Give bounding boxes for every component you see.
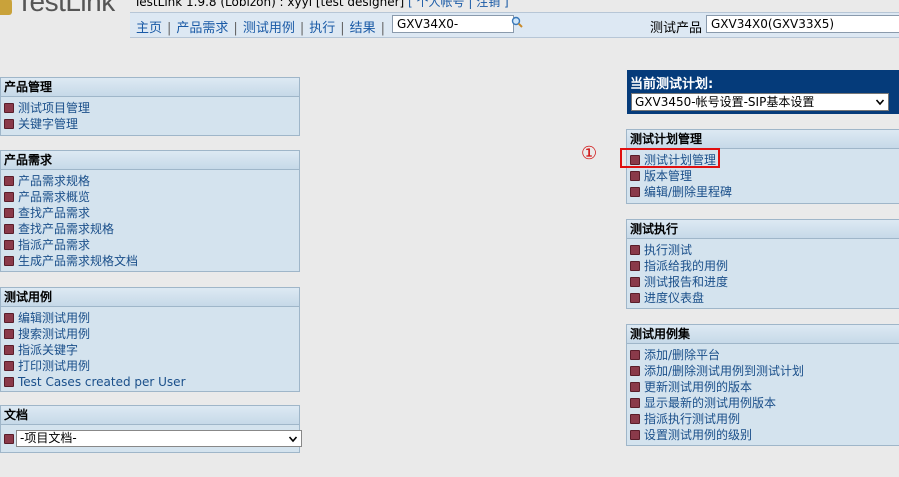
list-item[interactable]: 指派执行测试用例 (630, 411, 899, 427)
panel-title: 文档 (1, 406, 299, 425)
bullet-icon (630, 187, 640, 197)
panel-requirements: 产品需求 产品需求规格 产品需求概览 查找产品需求 查找产品需求规格 指派产品需… (0, 150, 300, 272)
bullet-icon (4, 361, 14, 371)
list-item[interactable]: 搜索测试用例 (4, 326, 299, 342)
main-nav: 主页 | 产品需求 | 测试用例 | 执行 | 结果 | GXV34X0- 测试产品 GXV34X… (130, 12, 899, 38)
nav-execute[interactable]: 执行 (309, 21, 335, 36)
bullet-icon (630, 277, 640, 287)
nav-requirements[interactable]: 产品需求 (176, 21, 228, 36)
panel-title: 测试执行 (627, 220, 899, 239)
list-item[interactable]: 设置测试用例的级别 (630, 427, 899, 443)
test-plan-select[interactable]: GXV3450-帐号设置-SIP基本设置 (631, 93, 889, 111)
bullet-icon (630, 430, 640, 440)
list-item[interactable]: 查找产品需求规格 (4, 221, 299, 237)
bullet-icon (4, 313, 14, 323)
panel-title: 测试计划管理 (627, 130, 899, 149)
logo-mark-icon (0, 0, 12, 15)
panel-product-management: 产品管理 测试项目管理 关键字管理 (0, 77, 300, 136)
bullet-icon (4, 176, 14, 186)
panel-title: 测试用例集 (627, 325, 899, 344)
list-item[interactable]: 打印测试用例 (4, 358, 299, 374)
bullet-icon (630, 382, 640, 392)
user-info: TestLink 1.9.8 (Lobizon) : xyyl [test de… (134, 0, 509, 10)
list-item[interactable]: 添加/删除测试用例到测试计划 (630, 363, 899, 379)
account-links[interactable]: [ 个人帐号 | 注销 ] (408, 0, 509, 9)
list-item[interactable]: 指派产品需求 (4, 237, 299, 253)
bullet-icon (630, 350, 640, 360)
highlight-box (620, 148, 720, 168)
bullet-icon (4, 192, 14, 202)
bullet-icon (4, 240, 14, 250)
annotation-marker: ① (581, 143, 598, 164)
list-item[interactable]: 编辑/删除里程碑 (630, 184, 899, 200)
panel-title: 产品需求 (1, 151, 299, 170)
bullet-icon (4, 434, 14, 444)
list-item[interactable]: 更新测试用例的版本 (630, 379, 899, 395)
list-item[interactable]: Test Cases created per User (4, 374, 299, 390)
list-item[interactable]: 添加/删除平台 (630, 347, 899, 363)
bullet-icon (630, 245, 640, 255)
list-item[interactable]: 指派关键字 (4, 342, 299, 358)
top-header: TestLink TestLink 1.9.8 (Lobizon) : xyyl… (0, 0, 899, 40)
list-item[interactable]: 产品需求概览 (4, 189, 299, 205)
testcase-search-input[interactable]: GXV34X0- (392, 15, 514, 33)
list-item[interactable]: 指派给我的用例 (630, 258, 899, 274)
bullet-icon (630, 293, 640, 303)
product-select[interactable]: GXV34X0(GXV33X5) (706, 15, 899, 33)
bullet-icon (630, 261, 640, 271)
nav-testcases[interactable]: 测试用例 (243, 21, 295, 36)
list-item[interactable]: 执行测试 (630, 242, 899, 258)
bullet-icon (4, 208, 14, 218)
current-test-plan: 当前测试计划: GXV3450-帐号设置-SIP基本设置 (627, 70, 899, 114)
panel-title: 测试用例 (1, 288, 299, 307)
list-item[interactable]: 关键字管理 (4, 116, 299, 132)
panel-title: 产品管理 (1, 78, 299, 97)
list-item[interactable]: 进度仪表盘 (630, 290, 899, 306)
list-item[interactable]: 编辑测试用例 (4, 310, 299, 326)
project-docs-select[interactable]: -项目文档- (16, 430, 302, 447)
list-item[interactable]: 查找产品需求 (4, 205, 299, 221)
panel-documents: 文档 -项目文档- (0, 405, 302, 453)
bullet-icon (630, 171, 640, 181)
panel-test-execution: 测试执行 执行测试 指派给我的用例 测试报告和进度 进度仪表盘 (626, 219, 899, 309)
product-label: 测试产品 (650, 21, 703, 36)
chevron-down-icon (288, 436, 298, 443)
list-item[interactable]: 显示最新的测试用例版本 (630, 395, 899, 411)
search-icon[interactable] (511, 16, 523, 28)
bullet-icon (4, 377, 14, 387)
panel-testcases: 测试用例 编辑测试用例 搜索测试用例 指派关键字 打印测试用例 Test Cas… (0, 287, 300, 392)
bullet-icon (4, 119, 14, 129)
bullet-icon (630, 414, 640, 424)
list-item[interactable]: 测试项目管理 (4, 100, 299, 116)
bullet-icon (4, 224, 14, 234)
bullet-icon (4, 329, 14, 339)
chevron-down-icon (875, 99, 885, 106)
list-item[interactable]: 版本管理 (630, 168, 899, 184)
current-plan-label: 当前测试计划: (630, 77, 714, 92)
list-item[interactable]: 产品需求规格 (4, 173, 299, 189)
panel-test-suite: 测试用例集 添加/删除平台 添加/删除测试用例到测试计划 更新测试用例的版本 显… (626, 324, 899, 446)
bullet-icon (4, 345, 14, 355)
bullet-icon (630, 398, 640, 408)
nav-home[interactable]: 主页 (136, 21, 162, 36)
logo: TestLink (0, 0, 115, 18)
bullet-icon (4, 103, 14, 113)
bullet-icon (630, 366, 640, 376)
bullet-icon (4, 256, 14, 266)
nav-results[interactable]: 结果 (350, 21, 376, 36)
list-item[interactable]: 生成产品需求规格文档 (4, 253, 299, 269)
list-item[interactable]: 测试报告和进度 (630, 274, 899, 290)
